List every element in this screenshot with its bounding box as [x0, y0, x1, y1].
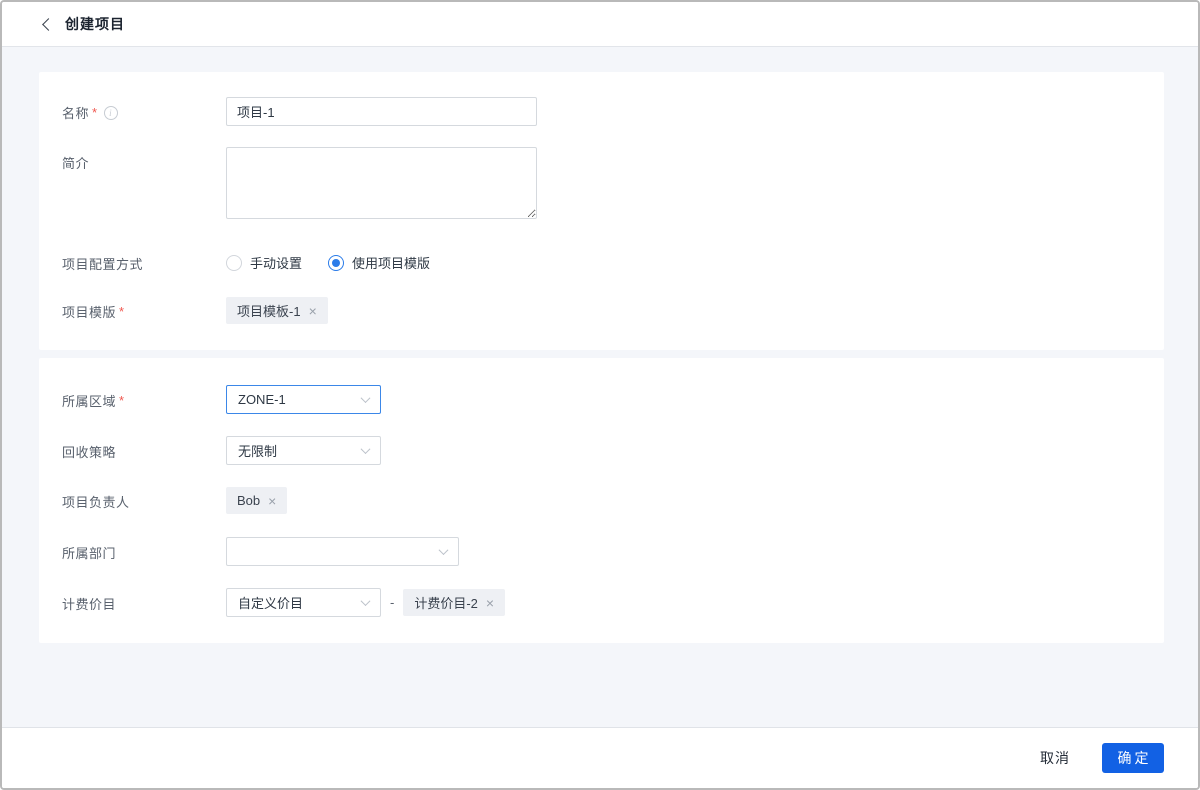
required-asterisk: *	[92, 105, 98, 120]
name-label-group: 名称 * i	[62, 97, 226, 122]
recycle-policy-label: 回收策略	[62, 445, 117, 460]
required-asterisk: *	[119, 304, 125, 319]
billing-tag: 计费价目-2 ×	[403, 589, 506, 616]
owner-tag-label: Bob	[237, 493, 261, 508]
zone-label: 所属区域	[62, 394, 117, 409]
close-icon[interactable]: ×	[268, 494, 276, 508]
template-label-group: 项目模版 *	[62, 297, 226, 321]
template-tag: 项目模板-1 ×	[226, 297, 328, 324]
create-project-page: 创建项目 名称 * i 简介 项目配置方式	[0, 0, 1200, 790]
intro-label: 简介	[62, 156, 90, 171]
template-tag-label: 项目模板-1	[237, 304, 301, 319]
radio-option-manual[interactable]: 手动设置	[226, 253, 302, 272]
department-label: 所属部门	[62, 546, 117, 561]
owner-label: 项目负责人	[62, 495, 130, 510]
department-label-group: 所属部门	[62, 537, 226, 562]
dash-separator: -	[390, 595, 395, 610]
owner-label-group: 项目负责人	[62, 487, 226, 511]
info-icon[interactable]: i	[103, 105, 118, 120]
radio-checked-icon[interactable]	[328, 254, 345, 271]
radio-option-manual-label: 手动设置	[250, 256, 303, 271]
zone-select[interactable]: ZONE-1	[226, 385, 381, 414]
cancel-button[interactable]: 取消	[1030, 742, 1080, 774]
field-row-intro: 简介	[62, 147, 1140, 219]
chevron-down-icon	[360, 596, 371, 607]
confirm-button[interactable]: 确定	[1102, 743, 1164, 773]
zone-select-value: ZONE-1	[238, 392, 286, 407]
radio-option-template-label: 使用项目模版	[352, 256, 431, 271]
billing-label-group: 计费价目	[62, 588, 226, 613]
field-row-department: 所属部门	[62, 537, 1140, 566]
settings-card: 所属区域 * ZONE-1 回收策略 无限制 项目负责人 Bob × 所属部门 …	[39, 358, 1164, 643]
config-mode-label-group: 项目配置方式	[62, 248, 226, 273]
billing-select[interactable]: 自定义价目	[226, 588, 381, 617]
close-icon[interactable]: ×	[309, 304, 317, 318]
name-input[interactable]	[226, 97, 537, 126]
basic-info-card: 名称 * i 简介 项目配置方式 手动设置	[39, 72, 1164, 350]
page-header: 创建项目	[2, 2, 1198, 47]
recycle-policy-label-group: 回收策略	[62, 436, 226, 461]
billing-label: 计费价目	[62, 597, 117, 612]
field-row-zone: 所属区域 * ZONE-1	[62, 385, 1140, 414]
field-row-owner: 项目负责人 Bob ×	[62, 487, 1140, 514]
chevron-down-icon	[360, 444, 371, 455]
zone-label-group: 所属区域 *	[62, 385, 226, 410]
name-label: 名称	[62, 106, 90, 121]
recycle-policy-select-value: 无限制	[238, 444, 278, 459]
intro-label-group: 简介	[62, 147, 226, 172]
radio-option-template[interactable]: 使用项目模版	[328, 253, 430, 272]
billing-tag-label: 计费价目-2	[414, 596, 478, 611]
template-label: 项目模版	[62, 305, 117, 320]
page-title: 创建项目	[65, 16, 125, 32]
required-asterisk: *	[119, 393, 125, 408]
field-row-name: 名称 * i	[62, 97, 1140, 126]
page-content: 名称 * i 简介 项目配置方式 手动设置	[2, 47, 1198, 727]
department-select[interactable]	[226, 537, 459, 566]
radio-unchecked-icon[interactable]	[226, 254, 242, 271]
config-mode-label: 项目配置方式	[62, 257, 144, 272]
chevron-down-icon	[360, 393, 371, 404]
chevron-down-icon	[438, 545, 449, 556]
field-row-recycle-policy: 回收策略 无限制	[62, 436, 1140, 465]
back-icon[interactable]	[42, 17, 55, 31]
close-icon[interactable]: ×	[486, 596, 494, 610]
billing-select-value: 自定义价目	[238, 596, 304, 611]
config-mode-radio-group: 手动设置 使用项目模版	[226, 248, 430, 272]
recycle-policy-select[interactable]: 无限制	[226, 436, 381, 465]
owner-tag: Bob ×	[226, 487, 288, 514]
field-row-template: 项目模版 * 项目模板-1 ×	[62, 297, 1140, 324]
billing-controls: 自定义价目 - 计费价目-2 ×	[226, 588, 506, 617]
intro-textarea[interactable]	[226, 147, 537, 219]
field-row-config-mode: 项目配置方式 手动设置 使用项目模版	[62, 248, 1140, 273]
page-footer: 取消 确定	[2, 727, 1198, 788]
field-row-billing: 计费价目 自定义价目 - 计费价目-2 ×	[62, 588, 1140, 617]
